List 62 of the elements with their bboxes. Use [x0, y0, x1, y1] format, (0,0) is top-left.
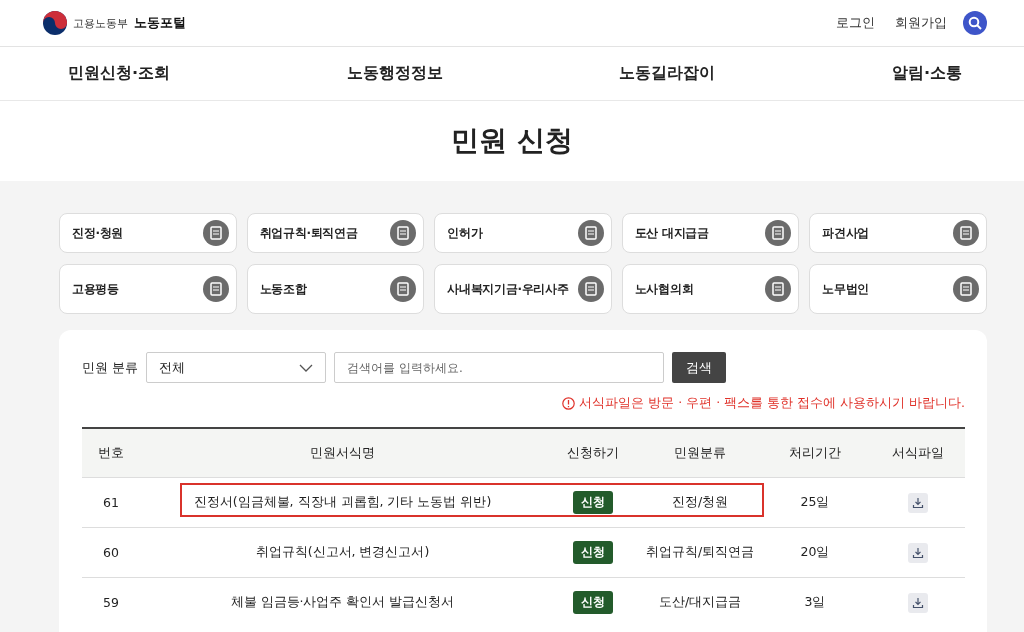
alert-icon — [562, 397, 576, 410]
category-select[interactable]: 전체 — [146, 352, 327, 383]
table-cell: 61 — [82, 477, 140, 528]
round-icon — [953, 276, 979, 302]
download-icon[interactable] — [907, 592, 928, 613]
category-card[interactable]: 노무법인 — [809, 264, 987, 314]
download-icon[interactable] — [907, 492, 928, 513]
round-icon — [577, 276, 604, 302]
form-name-cell: 진정서(임금체불, 직장내 괴롭힘, 기타 노동법 위반) — [140, 477, 545, 528]
apply-button[interactable]: 신청 — [572, 541, 613, 564]
nav-menu-item[interactable]: 민원신청·조회 — [68, 63, 171, 84]
round-icon — [765, 220, 792, 246]
nav-menu-item[interactable]: 알림·소통 — [891, 63, 962, 84]
form-name-cell: 체불 임금등·사업주 확인서 발급신청서 — [140, 577, 545, 627]
page-title: 민원 신청 — [0, 101, 1024, 181]
category-card[interactable]: 고용평등 — [59, 264, 237, 314]
category-card[interactable]: 파견사업 — [809, 213, 987, 253]
ministry-name: 고용노동부 — [73, 15, 128, 31]
category-card[interactable]: 인허가 — [434, 213, 612, 253]
round-icon — [390, 220, 417, 246]
download-icon[interactable] — [907, 542, 928, 563]
round-icon — [765, 276, 792, 302]
column-header: 민원서식명 — [140, 428, 545, 478]
column-header: 처리기간 — [760, 428, 870, 478]
table-cell: 도산/대지급금 — [640, 577, 760, 627]
category-card[interactable]: 노동조합 — [246, 264, 425, 314]
apply-button[interactable]: 신청 — [572, 491, 613, 514]
apply-button[interactable]: 신청 — [572, 591, 613, 614]
emblem-logo-icon — [43, 11, 67, 35]
table-cell: 59 — [82, 577, 140, 627]
round-icon — [390, 276, 417, 302]
column-header: 신청하기 — [545, 428, 640, 478]
category-card[interactable]: 취업규칙·퇴직연금 — [246, 213, 425, 253]
column-header: 번호 — [82, 428, 140, 478]
category-card[interactable]: 노사협의회 — [621, 264, 800, 314]
table-cell: 25일 — [760, 477, 870, 528]
search-button[interactable]: 검색 — [672, 352, 727, 383]
nav-menu-item[interactable]: 노동행정정보 — [346, 63, 443, 84]
table-cell: 취업규칙/퇴직연금 — [640, 527, 760, 578]
header-link[interactable]: 회원가입 — [895, 14, 947, 32]
nav-menu-item[interactable]: 노동길라잡이 — [619, 63, 716, 84]
search-field[interactable]: 검색어를 입력하세요. — [334, 352, 665, 383]
round-icon — [202, 276, 229, 302]
round-icon — [202, 220, 229, 246]
form-name-cell: 취업규칙(신고서, 변경신고서) — [140, 527, 545, 578]
search-icon[interactable] — [963, 11, 987, 35]
chevron-down-icon — [299, 363, 314, 372]
table-cell: 20일 — [760, 527, 870, 578]
table-cell: 3일 — [760, 577, 870, 627]
notice-text: 서식파일은 방문 · 우편 · 팩스를 통한 접수에 사용하시기 바랍니다. — [579, 395, 965, 412]
category-card[interactable]: 진정·청원 — [59, 213, 237, 253]
category-card[interactable]: 사내복지기금·우리사주 — [434, 264, 612, 314]
column-header: 민원분류 — [640, 428, 760, 478]
category-card[interactable]: 도산 대지급금 — [621, 213, 800, 253]
table-cell: 60 — [82, 527, 140, 578]
header-link[interactable]: 로그인 — [836, 14, 875, 32]
round-icon — [953, 220, 979, 246]
round-icon — [577, 220, 604, 246]
filter-label: 민원 분류 — [82, 358, 139, 377]
table-cell: 진정/청원 — [640, 477, 760, 528]
column-header: 서식파일 — [870, 428, 965, 478]
portal-name: 노동포털 — [134, 14, 186, 32]
